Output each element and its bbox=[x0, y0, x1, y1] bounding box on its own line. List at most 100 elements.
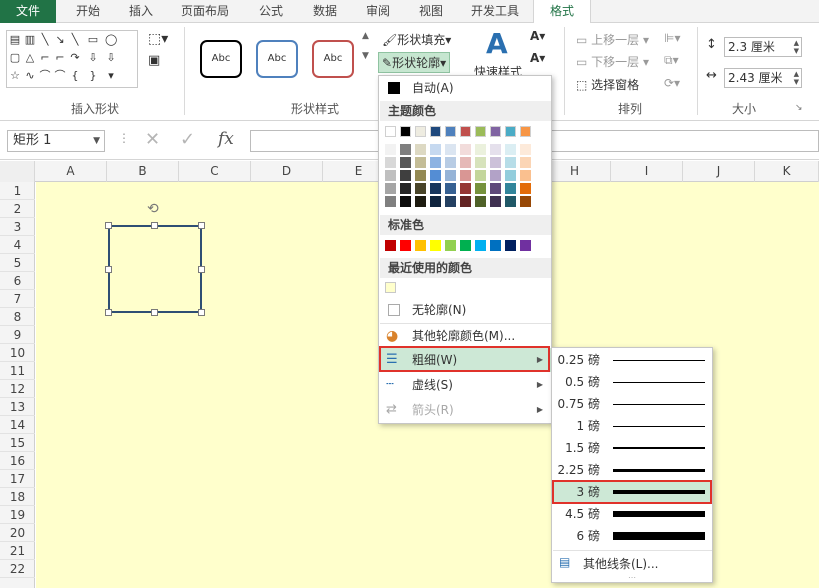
rotate-handle-icon[interactable]: ⟲ bbox=[147, 201, 159, 217]
standard-color-swatch[interactable] bbox=[520, 240, 531, 251]
theme-shade-swatch[interactable] bbox=[460, 144, 471, 155]
width-spinner-icon[interactable]: ▲ ▼ bbox=[794, 70, 799, 86]
theme-shade-swatch[interactable] bbox=[400, 144, 411, 155]
resize-handle[interactable] bbox=[105, 222, 112, 229]
theme-shade-swatch[interactable] bbox=[445, 196, 456, 207]
column-header[interactable]: D bbox=[251, 161, 323, 182]
row-header[interactable]: 16 bbox=[0, 452, 35, 470]
text-box-icon[interactable]: ▤ bbox=[9, 33, 21, 47]
column-header[interactable]: B bbox=[107, 161, 179, 182]
theme-shade-swatch[interactable] bbox=[490, 170, 501, 181]
weight-option[interactable]: 1 磅 bbox=[553, 415, 712, 437]
standard-color-swatch[interactable] bbox=[445, 240, 456, 251]
vertical-text-box-icon[interactable]: ▥ bbox=[24, 33, 36, 47]
row-header[interactable]: 3 bbox=[0, 218, 35, 236]
weight-option[interactable]: 0.25 磅 bbox=[553, 349, 712, 371]
theme-color-swatch[interactable] bbox=[430, 126, 441, 137]
tab-page-layout[interactable]: 页面布局 bbox=[168, 0, 242, 23]
star-icon[interactable]: ☆ bbox=[9, 69, 21, 83]
theme-shade-swatch[interactable] bbox=[430, 183, 441, 194]
tab-formulas[interactable]: 公式 bbox=[246, 0, 296, 23]
theme-color-swatch[interactable] bbox=[475, 126, 486, 137]
arrow-line-icon[interactable]: ↘ bbox=[54, 33, 66, 47]
row-header[interactable]: 4 bbox=[0, 236, 35, 254]
shape-outline-button[interactable]: ✎形状轮廓▾ bbox=[378, 52, 451, 73]
text-outline-icon[interactable]: A▾ bbox=[530, 51, 545, 65]
resize-handle[interactable] bbox=[151, 222, 158, 229]
selection-pane-button[interactable]: ⬚ 选择窗格 bbox=[576, 76, 639, 93]
edit-shape-icon[interactable]: ⬚▾ bbox=[148, 31, 168, 47]
tab-developer[interactable]: 开发工具 bbox=[459, 0, 531, 23]
theme-color-swatch[interactable] bbox=[385, 126, 396, 137]
row-header[interactable]: 18 bbox=[0, 488, 35, 506]
theme-shade-swatch[interactable] bbox=[475, 157, 486, 168]
menu-item-no-outline[interactable]: 无轮廓(N) bbox=[380, 298, 551, 322]
menu-item-auto[interactable]: 自动(A) bbox=[380, 76, 551, 100]
recent-color-swatch[interactable] bbox=[385, 282, 396, 293]
resize-handle[interactable] bbox=[105, 266, 112, 273]
standard-color-swatch[interactable] bbox=[490, 240, 501, 251]
standard-color-swatch[interactable] bbox=[430, 240, 441, 251]
resize-handle[interactable] bbox=[105, 309, 112, 316]
row-header[interactable]: 14 bbox=[0, 416, 35, 434]
tab-file[interactable]: 文件 bbox=[0, 0, 56, 23]
theme-shade-swatch[interactable] bbox=[520, 196, 531, 207]
row-header[interactable]: 21 bbox=[0, 542, 35, 560]
standard-color-swatch[interactable] bbox=[385, 240, 396, 251]
tab-insert[interactable]: 插入 bbox=[116, 0, 166, 23]
theme-shade-swatch[interactable] bbox=[490, 183, 501, 194]
theme-shade-swatch[interactable] bbox=[505, 196, 516, 207]
arc-icon[interactable]: ⌒ bbox=[39, 69, 51, 83]
double-arrow-icon[interactable]: ⇩ bbox=[87, 51, 99, 65]
right-brace-icon[interactable]: } bbox=[87, 69, 99, 83]
row-header[interactable]: 8 bbox=[0, 308, 35, 326]
theme-shade-swatch[interactable] bbox=[415, 170, 426, 181]
column-header[interactable]: A bbox=[35, 161, 107, 182]
resize-handle[interactable] bbox=[198, 309, 205, 316]
theme-shade-swatch[interactable] bbox=[415, 144, 426, 155]
theme-shade-swatch[interactable] bbox=[385, 183, 396, 194]
theme-shade-swatch[interactable] bbox=[520, 183, 531, 194]
name-box[interactable]: 矩形 1 ▼ bbox=[7, 130, 105, 152]
tab-format[interactable]: 格式 bbox=[533, 0, 591, 24]
elbow-connector-icon[interactable]: ⌐ bbox=[39, 51, 51, 65]
resize-handle[interactable] bbox=[151, 309, 158, 316]
theme-shade-swatch[interactable] bbox=[445, 170, 456, 181]
gallery-up-icon[interactable]: ▲ bbox=[362, 31, 369, 41]
theme-shade-swatch[interactable] bbox=[400, 183, 411, 194]
tab-review[interactable]: 审阅 bbox=[353, 0, 403, 23]
row-header[interactable]: 17 bbox=[0, 470, 35, 488]
theme-shade-swatch[interactable] bbox=[445, 157, 456, 168]
theme-shade-swatch[interactable] bbox=[445, 183, 456, 194]
style-sample-red[interactable]: Abc bbox=[312, 40, 354, 78]
row-header[interactable]: 6 bbox=[0, 272, 35, 290]
tab-view[interactable]: 视图 bbox=[406, 0, 456, 23]
curve-line-icon[interactable]: ╲ bbox=[69, 33, 81, 47]
theme-shade-swatch[interactable] bbox=[460, 196, 471, 207]
shape-gallery[interactable]: ▤ ▥ ╲ ↘ ╲ ▭ ◯ ▢ △ ⌐ ⌐ ↷ ⇩ ⇩ ☆ ∿ ⌒ ⌒ { } … bbox=[6, 30, 138, 88]
row-header[interactable]: 13 bbox=[0, 398, 35, 416]
theme-shade-swatch[interactable] bbox=[475, 183, 486, 194]
standard-color-swatch[interactable] bbox=[400, 240, 411, 251]
standard-color-swatch[interactable] bbox=[460, 240, 471, 251]
more-shapes-icon[interactable]: ▾ bbox=[105, 69, 117, 83]
theme-shade-swatch[interactable] bbox=[400, 170, 411, 181]
theme-shade-swatch[interactable] bbox=[505, 157, 516, 168]
enter-icon[interactable]: ✓ bbox=[180, 129, 195, 150]
theme-shade-swatch[interactable] bbox=[475, 196, 486, 207]
weight-option[interactable]: 6 磅 bbox=[553, 525, 712, 547]
row-header[interactable]: 11 bbox=[0, 362, 35, 380]
rectangle-shape[interactable]: ⟲ bbox=[105, 201, 205, 316]
gallery-down-icon[interactable]: ▼ bbox=[362, 51, 369, 61]
weight-option[interactable]: 1.5 磅 bbox=[553, 437, 712, 459]
row-header[interactable]: 12 bbox=[0, 380, 35, 398]
column-header[interactable]: I bbox=[611, 161, 683, 182]
theme-shade-swatch[interactable] bbox=[505, 170, 516, 181]
oval-icon[interactable]: ◯ bbox=[105, 33, 117, 47]
theme-shade-swatch[interactable] bbox=[415, 183, 426, 194]
theme-shade-swatch[interactable] bbox=[430, 196, 441, 207]
theme-shade-swatch[interactable] bbox=[460, 157, 471, 168]
elbow-arrow-icon[interactable]: ⌐ bbox=[54, 51, 66, 65]
column-header[interactable]: K bbox=[755, 161, 819, 182]
theme-shade-swatch[interactable] bbox=[490, 196, 501, 207]
